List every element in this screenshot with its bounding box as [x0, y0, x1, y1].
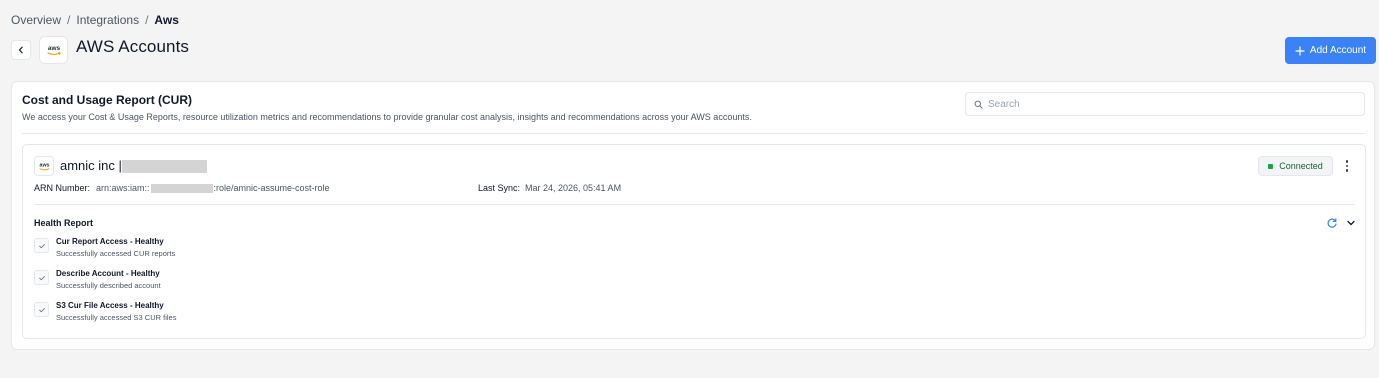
check-box: [34, 238, 49, 253]
back-button[interactable]: [11, 40, 31, 60]
health-check-title: S3 Cur File Access - Healthy: [56, 301, 164, 310]
status-label: Connected: [1279, 161, 1323, 171]
arn-prefix: arn:aws:iam::: [96, 183, 150, 193]
redacted-account-id: [122, 160, 207, 173]
account-aws-logo: aws: [34, 156, 54, 176]
arn-label: ARN Number:: [34, 183, 91, 193]
check-icon: [38, 275, 45, 280]
breadcrumb-overview[interactable]: Overview: [11, 13, 61, 27]
search-icon: [974, 100, 983, 109]
add-account-label: Add Account: [1309, 45, 1367, 56]
chevron-down-icon[interactable]: [1345, 217, 1357, 229]
account-card: aws amnic inc | ARN Number: arn:aws:iam:…: [22, 144, 1366, 339]
aws-logo-text: aws: [47, 45, 60, 52]
section-divider: [22, 133, 1365, 134]
account-name: amnic inc |: [60, 158, 122, 173]
page-title: AWS Accounts: [76, 37, 190, 56]
health-check-subtitle: Successfully described account: [56, 281, 161, 290]
last-sync-label: Last Sync:: [478, 183, 521, 193]
cur-section-description: We access your Cost & Usage Reports, res…: [22, 112, 752, 122]
arn-value: arn:aws:iam:: :role/amnic-assume-cost-ro…: [96, 183, 330, 193]
add-account-button[interactable]: Add Account: [1285, 37, 1376, 64]
check-icon: [38, 243, 45, 248]
cur-section-title: Cost and Usage Report (CUR): [22, 93, 193, 107]
breadcrumb: Overview / Integrations / Aws: [11, 13, 179, 27]
kebab-menu-icon[interactable]: [1341, 157, 1353, 175]
check-box: [34, 302, 49, 317]
search-box: [965, 92, 1365, 116]
status-dot-icon: [1268, 163, 1274, 169]
refresh-icon[interactable]: [1326, 217, 1338, 229]
breadcrumb-current: Aws: [154, 13, 179, 27]
aws-logo-icon: aws: [39, 162, 49, 170]
aws-logo-icon: aws: [46, 45, 61, 56]
plus-icon: [1295, 45, 1305, 56]
arn-suffix: :role/amnic-assume-cost-role: [213, 183, 330, 193]
health-check-subtitle: Successfully accessed S3 CUR files: [56, 313, 177, 322]
aws-logo: aws: [39, 36, 68, 64]
health-check-title: Cur Report Access - Healthy: [56, 237, 164, 246]
breadcrumb-integrations[interactable]: Integrations: [76, 13, 139, 27]
search-input[interactable]: [988, 98, 1348, 110]
redacted-arn-id: [150, 183, 213, 193]
check-box: [34, 270, 49, 285]
status-badge: Connected: [1258, 156, 1333, 176]
health-report-title: Health Report: [34, 218, 94, 228]
back-arrow-icon: [18, 46, 23, 54]
account-divider: [34, 204, 1354, 205]
breadcrumb-separator: /: [67, 13, 71, 27]
health-check-subtitle: Successfully accessed CUR reports: [56, 249, 176, 258]
health-check-title: Describe Account - Healthy: [56, 269, 160, 278]
check-icon: [38, 307, 45, 312]
account-logo-text: aws: [39, 162, 49, 168]
last-sync-value: Mar 24, 2026, 05:41 AM: [525, 183, 622, 193]
breadcrumb-separator: /: [145, 13, 149, 27]
cur-section: Cost and Usage Report (CUR) We access yo…: [11, 81, 1375, 350]
